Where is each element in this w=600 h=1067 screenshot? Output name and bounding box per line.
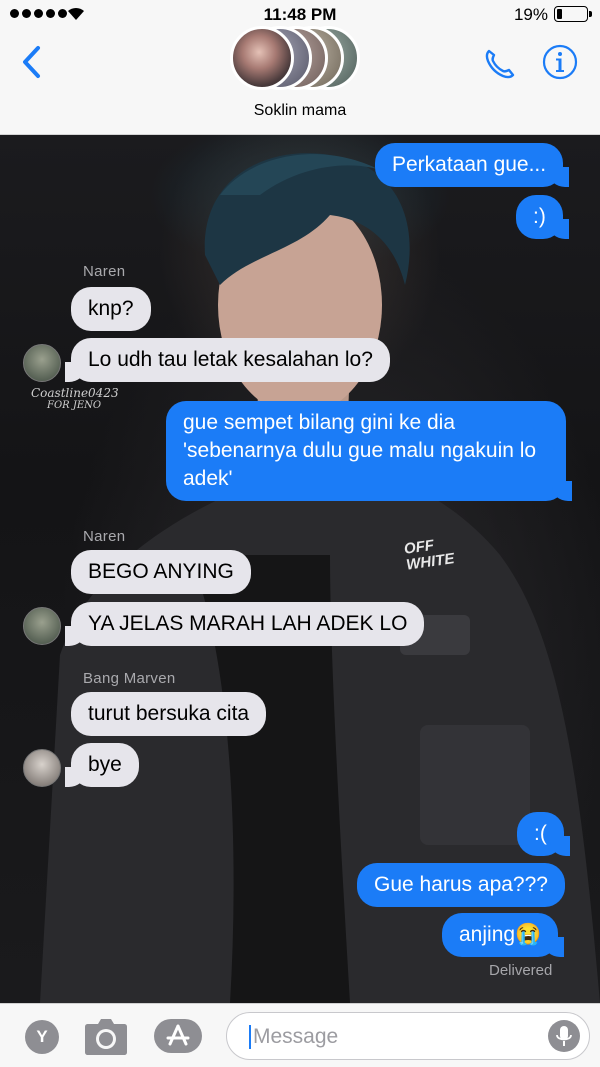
message-bubble-incoming[interactable]: bye [65,743,139,787]
battery-percentage: 19% [513,5,548,24]
watermark-signature: Coastline0423 FOR JENO [31,386,119,411]
avatar [230,26,294,90]
info-icon [542,44,578,80]
message-bubble-outgoing[interactable]: :) [516,195,569,239]
compose-bar: Y Message [0,1003,600,1067]
navigation-header: 11:48 PM 19% Soklin mama [0,0,600,135]
delivery-status: Delivered [489,962,553,979]
avatar [23,749,61,787]
chevron-left-icon [23,46,40,78]
camera-button[interactable] [84,1018,128,1056]
message-bubble-outgoing[interactable]: gue sempet bilang gini ke dia 'sebenarny… [166,401,572,501]
status-bar: 11:48 PM 19% [0,0,600,28]
battery-icon [554,6,592,22]
message-input[interactable]: Message [226,1012,590,1060]
message-bubble-outgoing[interactable]: Perkataan gue... [375,143,570,187]
message-bubble-incoming[interactable]: YA JELAS MARAH LAH ADEK LO [64,602,425,646]
status-time: 11:48 PM [263,5,337,24]
back-button[interactable] [18,44,48,80]
sender-name: Bang Marven [83,670,176,687]
camera-icon [85,1019,127,1055]
avatar [23,607,61,645]
text-cursor [249,1025,251,1049]
sender-name: Naren [83,528,126,545]
microphone-icon [556,1026,572,1046]
app-store-icon [154,1019,202,1053]
message-bubble-outgoing[interactable]: :( [517,812,570,856]
phone-icon [485,49,515,79]
avatar [23,344,61,382]
message-placeholder: Message [253,1025,339,1048]
microphone-button[interactable] [548,1020,580,1052]
app-store-button[interactable] [153,1018,203,1054]
group-avatars[interactable] [230,26,370,96]
call-button[interactable] [480,44,520,84]
message-bubble-incoming[interactable]: Lo udh tau letak kesalahan lo? [65,338,390,382]
message-bubble-outgoing[interactable]: anjing😭 [442,913,565,957]
message-bubble-incoming[interactable]: BEGO ANYING [71,550,251,594]
message-bubble-outgoing[interactable]: Gue harus apa??? [357,863,565,907]
message-bubble-incoming[interactable]: knp? [71,287,151,331]
message-bubble-incoming[interactable]: turut bersuka cita [71,692,267,736]
y-app-icon[interactable]: Y [25,1020,59,1054]
group-name[interactable]: Soklin mama [0,102,600,120]
info-button[interactable] [541,43,579,81]
sender-name: Naren [83,263,126,280]
conversation-view[interactable]: OFF WHITE Perkataan gue... :) Naren knp?… [0,135,600,1003]
